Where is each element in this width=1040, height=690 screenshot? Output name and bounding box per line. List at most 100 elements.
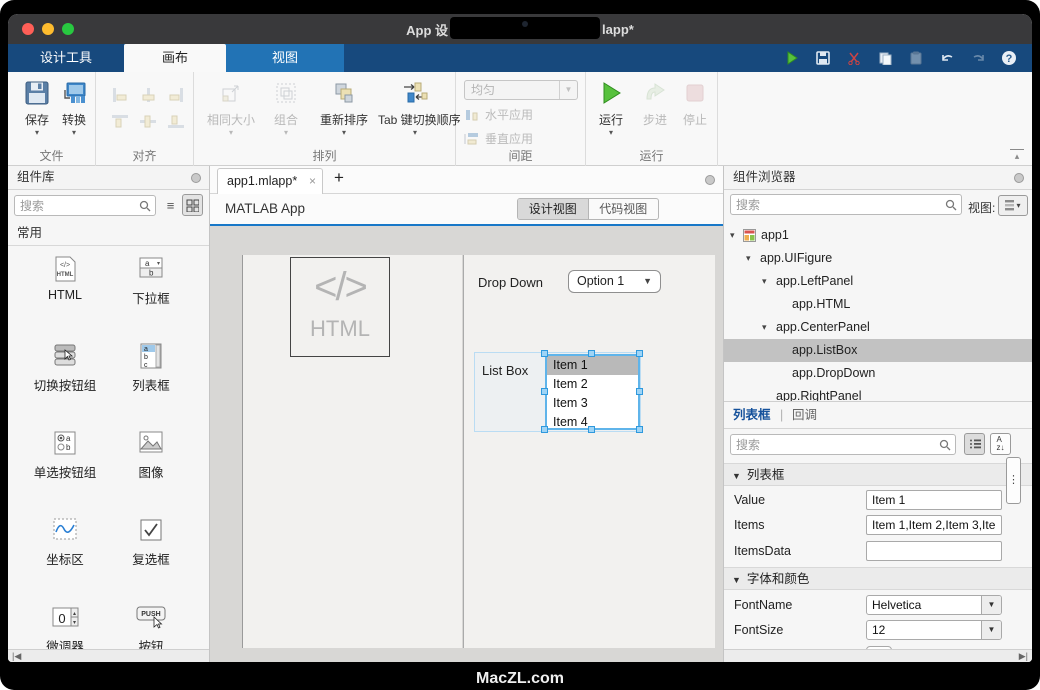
resize-handle-se[interactable] bbox=[636, 426, 643, 433]
apply-vertical-button[interactable]: 垂直应用 bbox=[464, 130, 533, 147]
listbox-item-3[interactable]: Item 3 bbox=[547, 394, 638, 413]
library-section-common[interactable]: 常用 bbox=[8, 222, 209, 246]
panel-menu-icon[interactable] bbox=[191, 173, 201, 183]
run-icon[interactable] bbox=[783, 49, 801, 67]
tab-canvas[interactable]: 画布 bbox=[124, 44, 226, 72]
library-item-axes[interactable]: 坐标区 bbox=[21, 515, 109, 568]
library-list-view-button[interactable]: ≡ bbox=[160, 194, 181, 216]
resize-handle-s[interactable] bbox=[588, 426, 595, 433]
dropdown-component[interactable]: Option 1 ▼ bbox=[568, 270, 661, 293]
itemsdata-field[interactable] bbox=[866, 541, 1002, 561]
library-item-image[interactable]: 图像 bbox=[107, 428, 195, 481]
library-item-listbox[interactable]: abc 列表框 bbox=[107, 341, 195, 394]
resize-handle-w[interactable] bbox=[541, 388, 548, 395]
library-grid-view-button[interactable] bbox=[182, 194, 203, 216]
section-font-color[interactable]: ▼字体和颜色 bbox=[724, 567, 1032, 590]
collapse-ribbon-button[interactable]: ▴ bbox=[1010, 149, 1024, 161]
library-item-button[interactable]: PUSH 按钮 bbox=[107, 602, 195, 650]
value-field[interactable]: Item 1 bbox=[866, 490, 1002, 510]
resize-handle-n[interactable] bbox=[588, 350, 595, 357]
tree-node-dropdown[interactable]: app.DropDown bbox=[724, 362, 1032, 385]
listbox-label[interactable]: List Box bbox=[482, 363, 528, 378]
library-search-input[interactable] bbox=[20, 197, 134, 214]
document-tab-app1[interactable]: app1.mlapp* × bbox=[217, 168, 323, 194]
tree-node-uifigure[interactable]: ▾ app.UIFigure bbox=[724, 247, 1032, 270]
html-component[interactable]: </> HTML bbox=[290, 257, 390, 357]
library-item-dropdown[interactable]: a▾b 下拉框 bbox=[107, 254, 195, 307]
group-button[interactable]: 组合 ▾ bbox=[264, 78, 308, 136]
tree-node-rightpanel[interactable]: app.RightPanel bbox=[724, 385, 1032, 402]
run-button[interactable]: 运行 ▾ bbox=[590, 78, 632, 136]
undo-icon[interactable] bbox=[938, 49, 956, 67]
stop-button[interactable]: 停止 bbox=[676, 78, 714, 128]
paste-icon[interactable] bbox=[907, 49, 925, 67]
listbox-component[interactable]: Item 1 Item 2 Item 3 Item 4 bbox=[545, 354, 640, 430]
tree-node-html[interactable]: app.HTML bbox=[724, 293, 1032, 316]
spacing-mode-dropdown[interactable]: 均匀 ▼ bbox=[464, 80, 578, 100]
view-mode-dropdown[interactable]: ▾ bbox=[998, 195, 1028, 216]
uifigure-center-panel[interactable] bbox=[463, 255, 715, 648]
save-icon[interactable] bbox=[814, 49, 832, 67]
doc-panel-menu-icon[interactable] bbox=[705, 175, 715, 185]
redo-icon[interactable] bbox=[969, 49, 987, 67]
zoom-window-button[interactable] bbox=[62, 23, 74, 35]
library-item-spinner[interactable]: 0▴▾ 微调器 bbox=[21, 602, 109, 650]
tab-order-button[interactable]: Tab 键切换顺序 ▾ bbox=[378, 78, 452, 136]
apply-horizontal-button[interactable]: 水平应用 bbox=[464, 106, 533, 123]
convert-button[interactable]: 转换 ▾ bbox=[46, 78, 102, 136]
inspector-search-input[interactable] bbox=[736, 436, 934, 453]
library-item-radiobuttongroup[interactable]: ab 单选按钮组 bbox=[21, 428, 109, 481]
minimize-window-button[interactable] bbox=[42, 23, 54, 35]
tab-order-caret[interactable]: ▾ bbox=[378, 130, 452, 136]
resize-handle-nw[interactable] bbox=[541, 350, 548, 357]
inspector-tab-listbox[interactable]: 列表框 bbox=[733, 403, 771, 428]
tab-view[interactable]: 视图 bbox=[226, 44, 344, 72]
code-view-button[interactable]: 代码视图 bbox=[588, 199, 659, 219]
align-middle-icon[interactable] bbox=[134, 108, 162, 134]
align-left-icon[interactable] bbox=[106, 82, 134, 108]
tree-node-app1[interactable]: ▾ app1 bbox=[724, 224, 1032, 247]
cut-icon[interactable] bbox=[845, 49, 863, 67]
design-view-button[interactable]: 设计视图 bbox=[518, 199, 588, 219]
close-tab-icon[interactable]: × bbox=[309, 169, 316, 193]
inspector-tab-callbacks[interactable]: 回调 bbox=[792, 403, 817, 428]
fontname-select[interactable]: Helvetica ▼ bbox=[866, 595, 1002, 615]
listbox-item-2[interactable]: Item 2 bbox=[547, 375, 638, 394]
collapse-left-panel-icon[interactable]: |◀ bbox=[12, 650, 21, 662]
listbox-item-1[interactable]: Item 1 bbox=[547, 356, 638, 375]
align-bottom-icon[interactable] bbox=[162, 108, 190, 134]
align-right-icon[interactable] bbox=[162, 82, 190, 108]
reorder-button[interactable]: 重新排序 ▾ bbox=[312, 78, 376, 136]
library-item-checkbox[interactable]: 复选框 bbox=[107, 515, 195, 568]
new-tab-button[interactable]: + bbox=[334, 168, 344, 188]
tree-node-listbox[interactable]: app.ListBox bbox=[724, 339, 1032, 362]
tree-node-centerpanel[interactable]: ▾ app.CenterPanel bbox=[724, 316, 1032, 339]
same-size-button[interactable]: 相同大小 ▾ bbox=[202, 78, 260, 136]
align-center-icon[interactable] bbox=[134, 82, 162, 108]
resize-handle-e[interactable] bbox=[636, 388, 643, 395]
browser-search-input[interactable] bbox=[736, 196, 940, 213]
tab-design-tools[interactable]: 设计工具 bbox=[8, 44, 124, 72]
categorized-view-button[interactable] bbox=[964, 433, 985, 455]
dropdown-label[interactable]: Drop Down bbox=[478, 275, 543, 290]
browser-panel-menu-icon[interactable] bbox=[1014, 173, 1024, 183]
resize-handle-ne[interactable] bbox=[636, 350, 643, 357]
more-options-button[interactable]: ⋮ bbox=[1006, 457, 1021, 504]
sort-az-button[interactable]: Az↓ bbox=[990, 433, 1011, 455]
run-dropdown-caret[interactable]: ▾ bbox=[590, 130, 632, 136]
step-button[interactable]: 步进 bbox=[636, 78, 674, 128]
convert-dropdown-caret[interactable]: ▾ bbox=[46, 130, 102, 136]
items-field[interactable]: Item 1,Item 2,Item 3,Ite bbox=[866, 515, 1002, 535]
resize-handle-sw[interactable] bbox=[541, 426, 548, 433]
section-listbox[interactable]: ▼列表框 bbox=[724, 463, 1032, 486]
library-item-html[interactable]: </>HTML HTML bbox=[21, 254, 109, 302]
library-item-togglebuttongroup[interactable]: 切换按钮组 bbox=[21, 341, 109, 394]
close-window-button[interactable] bbox=[22, 23, 34, 35]
copy-icon[interactable] bbox=[876, 49, 894, 67]
help-icon[interactable]: ? bbox=[1000, 49, 1018, 67]
fontsize-select[interactable]: 12 ▼ bbox=[866, 620, 1002, 640]
align-top-icon[interactable] bbox=[106, 108, 134, 134]
reorder-caret[interactable]: ▾ bbox=[312, 130, 376, 136]
tree-node-leftpanel[interactable]: ▾ app.LeftPanel bbox=[724, 270, 1032, 293]
collapse-right-panel-icon[interactable]: ▶| bbox=[1019, 650, 1028, 662]
